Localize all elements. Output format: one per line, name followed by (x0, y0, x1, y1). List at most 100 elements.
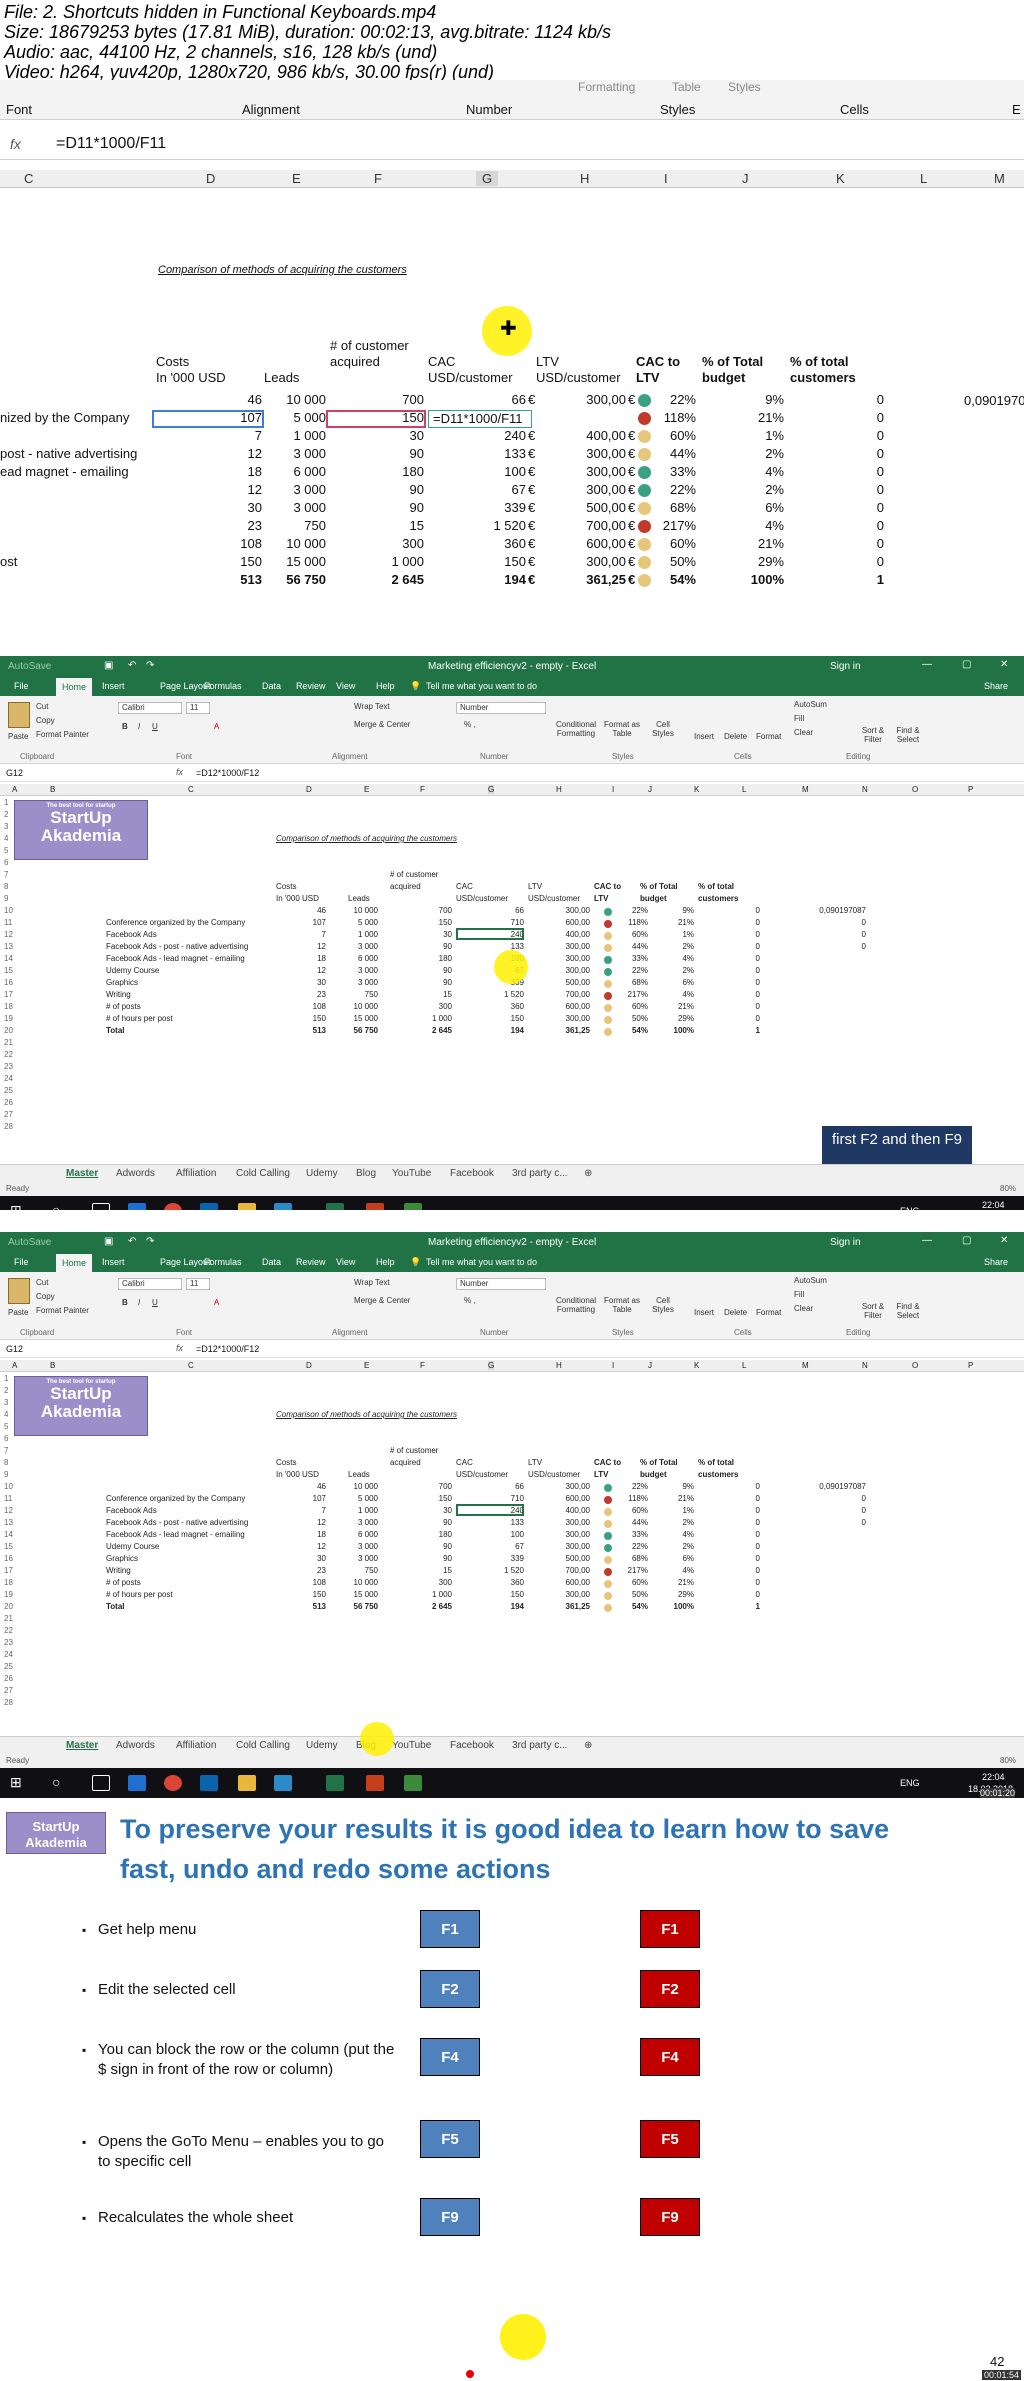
delete-button[interactable]: Delete (724, 1308, 747, 1317)
cell-m[interactable]: 0 (810, 1518, 866, 1527)
cell-e[interactable]: 3 000 (338, 966, 378, 975)
col-a[interactable]: A (12, 785, 17, 794)
clock-time[interactable]: 22:04 (982, 1200, 1005, 1210)
row-header[interactable]: 23 (4, 1638, 13, 1647)
row-label[interactable]: # of hours per post (106, 1014, 173, 1023)
edge-icon[interactable] (128, 1775, 146, 1791)
sheet-tab[interactable]: Adwords (116, 1740, 155, 1751)
cell-k[interactable]: 0 (708, 1506, 760, 1515)
number-format-select[interactable]: Number (456, 1278, 546, 1290)
cell-h[interactable]: 700,00 (546, 1566, 590, 1575)
cell-k[interactable]: 0 (708, 1014, 760, 1023)
cell-e[interactable]: 56 750 (338, 1026, 378, 1035)
cell-d[interactable]: 12 (296, 1518, 326, 1527)
selected-cell-d11[interactable] (152, 410, 264, 428)
cell-k[interactable]: 0 (708, 918, 760, 927)
cell-h[interactable]: 300,00 (546, 954, 590, 963)
cell-f[interactable]: 150 (410, 1494, 452, 1503)
cell-g[interactable]: 66 (430, 392, 526, 407)
tab-view[interactable]: View (336, 1257, 355, 1267)
cell-e[interactable]: 3 000 (338, 1554, 378, 1563)
cell-j[interactable]: 1% (654, 930, 694, 939)
formula-bar[interactable]: G12 fx =D12*1000/F12 (0, 766, 1024, 782)
row-header[interactable]: 25 (4, 1662, 13, 1671)
cell-g[interactable]: 240 (430, 428, 526, 443)
task-view-icon[interactable] (92, 1775, 110, 1791)
cell-f[interactable]: 15 (330, 518, 424, 533)
selected-cell-g12[interactable] (456, 1504, 524, 1516)
cell-i[interactable]: 33% (650, 464, 696, 479)
cell-h[interactable]: 300,00 (540, 464, 626, 479)
cell-g[interactable]: 194 (470, 1026, 524, 1035)
cell-d[interactable]: 46 (296, 1482, 326, 1491)
row-header[interactable]: 26 (4, 1674, 13, 1683)
autosum-button[interactable]: AutoSum (794, 1276, 827, 1285)
row-label[interactable]: Facebook Ads (106, 930, 157, 939)
cell-g[interactable]: 66 (470, 1482, 524, 1491)
outlook-icon[interactable] (200, 1203, 218, 1210)
percent-button[interactable]: % , (464, 720, 476, 729)
cell-f[interactable]: 1 000 (410, 1590, 452, 1599)
cell-d[interactable]: 23 (296, 990, 326, 999)
sheet-tab[interactable]: Facebook (450, 1168, 494, 1179)
cell-label[interactable]: ead magnet - emailing (0, 464, 129, 479)
language[interactable]: ENG (900, 1206, 920, 1210)
cell-g[interactable]: 133 (430, 446, 526, 461)
cell-h[interactable]: 600,00 (546, 1578, 590, 1587)
cell-f[interactable]: 90 (410, 1542, 452, 1551)
paste-button[interactable]: Paste (8, 1308, 28, 1317)
row-header[interactable]: 9 (4, 1470, 8, 1479)
cell-g[interactable]: 194 (430, 572, 526, 587)
cell-j[interactable]: 29% (654, 1014, 694, 1023)
cell-f[interactable]: 1 000 (410, 1014, 452, 1023)
sheet-tab[interactable]: Master (66, 1740, 98, 1751)
wrap-text-button[interactable]: Wrap Text (354, 1278, 390, 1287)
cell-h[interactable]: 700,00 (540, 518, 626, 533)
cell-h[interactable]: 700,00 (546, 990, 590, 999)
cell-i[interactable]: 50% (650, 554, 696, 569)
cell-g[interactable]: 360 (470, 1578, 524, 1587)
cell-j[interactable]: 29% (654, 1590, 694, 1599)
cell-g[interactable]: 150 (470, 1590, 524, 1599)
cell-f[interactable]: 30 (330, 428, 424, 443)
add-sheet-icon[interactable]: ⊕ (584, 1740, 592, 1751)
cell-e[interactable]: 3 000 (240, 482, 326, 497)
cell-m[interactable]: 0,090197087 (810, 1482, 866, 1491)
col-i[interactable]: I (612, 1361, 614, 1370)
sheet-tab[interactable]: YouTube (392, 1740, 431, 1751)
row-header[interactable]: 28 (4, 1698, 13, 1707)
col-a[interactable]: A (12, 1361, 17, 1370)
cell-h[interactable]: 400,00 (540, 428, 626, 443)
cell-i[interactable]: 118% (620, 1494, 648, 1503)
col-f[interactable]: F (420, 785, 425, 794)
cell-j[interactable]: 2% (704, 446, 784, 461)
cell-d[interactable]: 18 (296, 954, 326, 963)
cell-k[interactable]: 0 (708, 978, 760, 987)
cell-h[interactable]: 361,25 (546, 1602, 590, 1611)
cell-h[interactable]: 300,00 (546, 906, 590, 915)
cell-h[interactable]: 400,00 (546, 1506, 590, 1515)
cell-i[interactable]: 68% (650, 500, 696, 515)
cell-i[interactable]: 50% (620, 1014, 648, 1023)
name-box[interactable]: G12 (6, 1344, 23, 1354)
cell-j[interactable]: 4% (654, 954, 694, 963)
tab-page-layout[interactable]: Page Layout (160, 1257, 211, 1267)
cell-e[interactable]: 56 750 (338, 1602, 378, 1611)
cell-d[interactable]: 150 (296, 1590, 326, 1599)
col-e[interactable]: E (364, 785, 369, 794)
row-header[interactable]: 5 (4, 1422, 8, 1431)
row-header[interactable]: 6 (4, 1434, 8, 1443)
cell-g[interactable]: 1 520 (430, 518, 526, 533)
cell-e[interactable]: 1 000 (240, 428, 326, 443)
format-button[interactable]: Format (756, 732, 781, 741)
cell-k[interactable]: 0 (804, 446, 884, 461)
autosum-button[interactable]: AutoSum (794, 700, 827, 709)
cell-m[interactable]: 0,090197087 (810, 906, 866, 915)
cell-j[interactable]: 4% (704, 518, 784, 533)
cell-k[interactable]: 0 (708, 1518, 760, 1527)
cell-e[interactable]: 5 000 (338, 918, 378, 927)
explorer-icon[interactable] (238, 1203, 256, 1210)
find-select-button[interactable]: Find & Select (892, 1302, 924, 1320)
cell-k[interactable]: 0 (708, 906, 760, 915)
insert-button[interactable]: Insert (694, 1308, 714, 1317)
